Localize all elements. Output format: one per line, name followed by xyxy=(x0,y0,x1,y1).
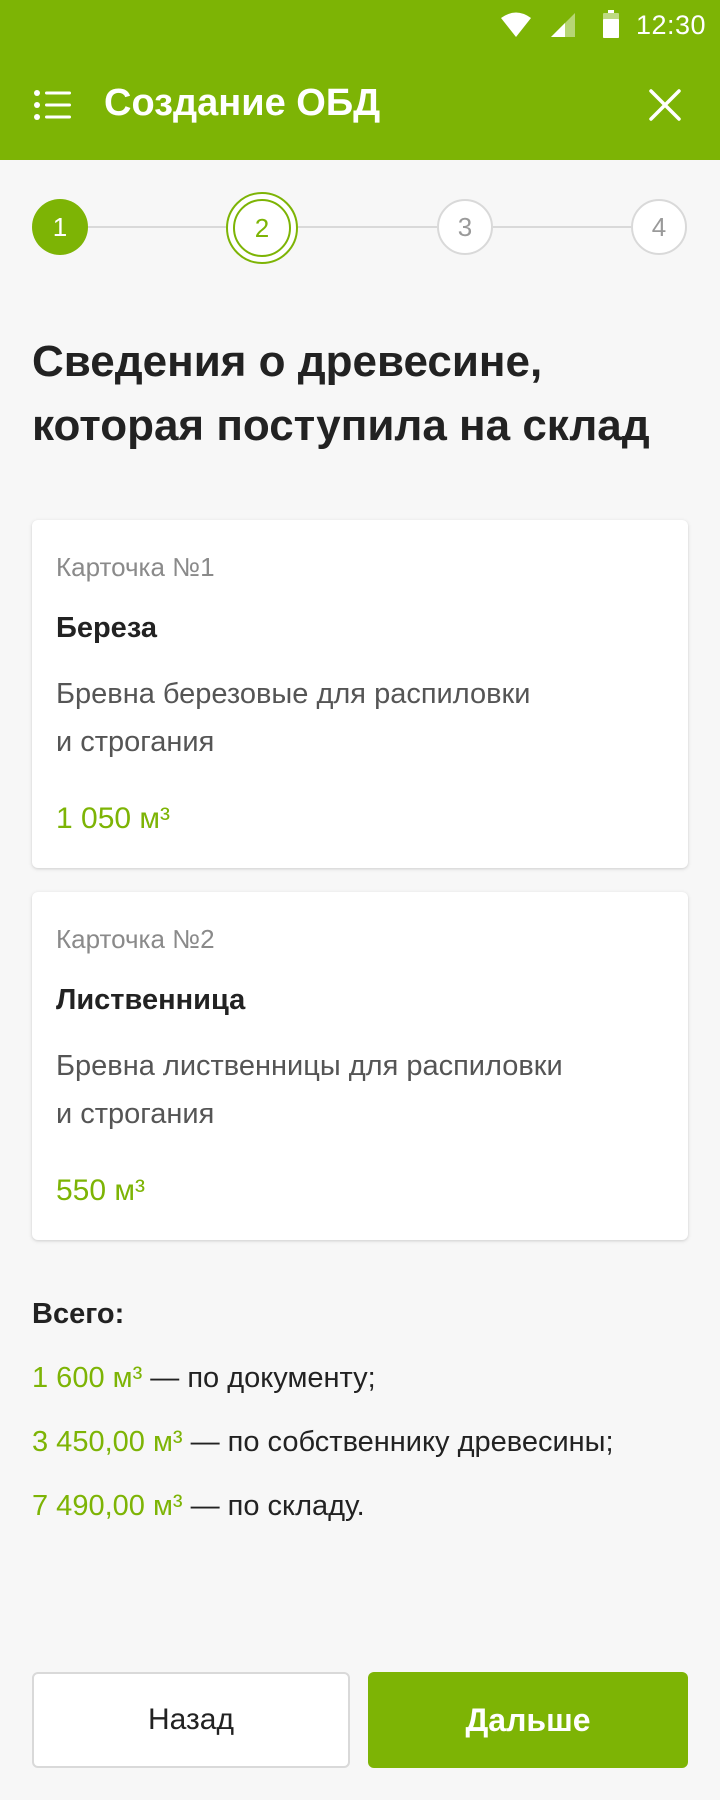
total-amount: 1 600 м³ xyxy=(32,1362,143,1394)
app-title: Создание ОБД xyxy=(104,82,381,124)
wood-card-1[interactable]: Карточка №1 Береза Бревна березовые для … xyxy=(32,520,688,868)
step-4[interactable]: 4 xyxy=(631,199,687,255)
menu-button[interactable] xyxy=(30,82,78,130)
total-row-document: 1 600 м³ — по документу; xyxy=(32,1354,702,1418)
menu-list-icon xyxy=(34,90,71,120)
step-2-current[interactable]: 2 xyxy=(226,192,298,264)
total-amount: 3 450,00 м³ xyxy=(32,1426,183,1458)
app-bar: Создание ОБД xyxy=(0,52,720,160)
page-title-line2: которая поступила на склад xyxy=(32,401,650,450)
card-volume: 550 м³ xyxy=(56,1174,146,1207)
card-number: Карточка №1 xyxy=(56,552,215,582)
total-text: — по документу; xyxy=(142,1362,376,1394)
card-description-line1: Бревна лиственницы для распиловки xyxy=(56,1050,563,1082)
app-screen: 12:30 Создание ОБД 1 2 3 4 Сведения о др… xyxy=(0,0,720,1800)
card-number: Карточка №2 xyxy=(56,924,215,954)
card-description-line2: и строгания xyxy=(56,1098,215,1130)
totals-section: Всего: 1 600 м³ — по документу; 3 450,00… xyxy=(32,1290,702,1546)
total-text: — по собственнику древесины; xyxy=(182,1426,614,1458)
battery-icon xyxy=(603,10,619,38)
card-species: Лиственница xyxy=(56,984,246,1016)
header: 12:30 Создание ОБД xyxy=(0,0,720,160)
status-bar: 12:30 xyxy=(0,0,720,52)
card-description-line2: и строгания xyxy=(56,726,215,758)
total-text: — по складу. xyxy=(182,1490,365,1522)
status-time: 12:30 xyxy=(636,10,707,40)
signal-icon xyxy=(551,13,575,37)
step-2-inner-ring: 2 xyxy=(233,199,291,257)
total-row-owner: 3 450,00 м³ — по собственнику древесины; xyxy=(32,1418,702,1482)
totals-label: Всего: xyxy=(32,1298,125,1330)
close-button[interactable] xyxy=(640,80,690,130)
total-amount: 7 490,00 м³ xyxy=(32,1490,183,1522)
step-2-label: 2 xyxy=(254,212,270,243)
card-volume: 1 050 м³ xyxy=(56,802,171,835)
step-1-label: 1 xyxy=(52,211,68,242)
next-button[interactable]: Дальше xyxy=(368,1672,688,1768)
step-3-label: 3 xyxy=(457,211,473,242)
stepper: 1 2 3 4 xyxy=(0,190,720,264)
card-species: Береза xyxy=(56,612,157,644)
card-description-line1: Бревна березовые для распиловки xyxy=(56,678,531,710)
step-connector xyxy=(493,226,631,228)
close-icon xyxy=(649,89,681,121)
page-title-line1: Сведения о древесине, xyxy=(32,337,543,386)
total-row-warehouse: 7 490,00 м³ — по складу. xyxy=(32,1482,702,1546)
step-connector xyxy=(88,226,226,228)
card-description: Бревна березовые для распиловки и строга… xyxy=(56,670,656,766)
back-button[interactable]: Назад xyxy=(32,1672,350,1768)
wood-card-2[interactable]: Карточка №2 Лиственница Бревна лиственни… xyxy=(32,892,688,1240)
step-4-label: 4 xyxy=(651,211,667,242)
wifi-icon xyxy=(501,12,531,37)
step-3[interactable]: 3 xyxy=(437,199,493,255)
page-title: Сведения о древесине, которая поступила … xyxy=(32,330,702,458)
step-1[interactable]: 1 xyxy=(32,199,88,255)
card-description: Бревна лиственницы для распиловки и стро… xyxy=(56,1042,656,1138)
step-connector xyxy=(298,226,437,228)
